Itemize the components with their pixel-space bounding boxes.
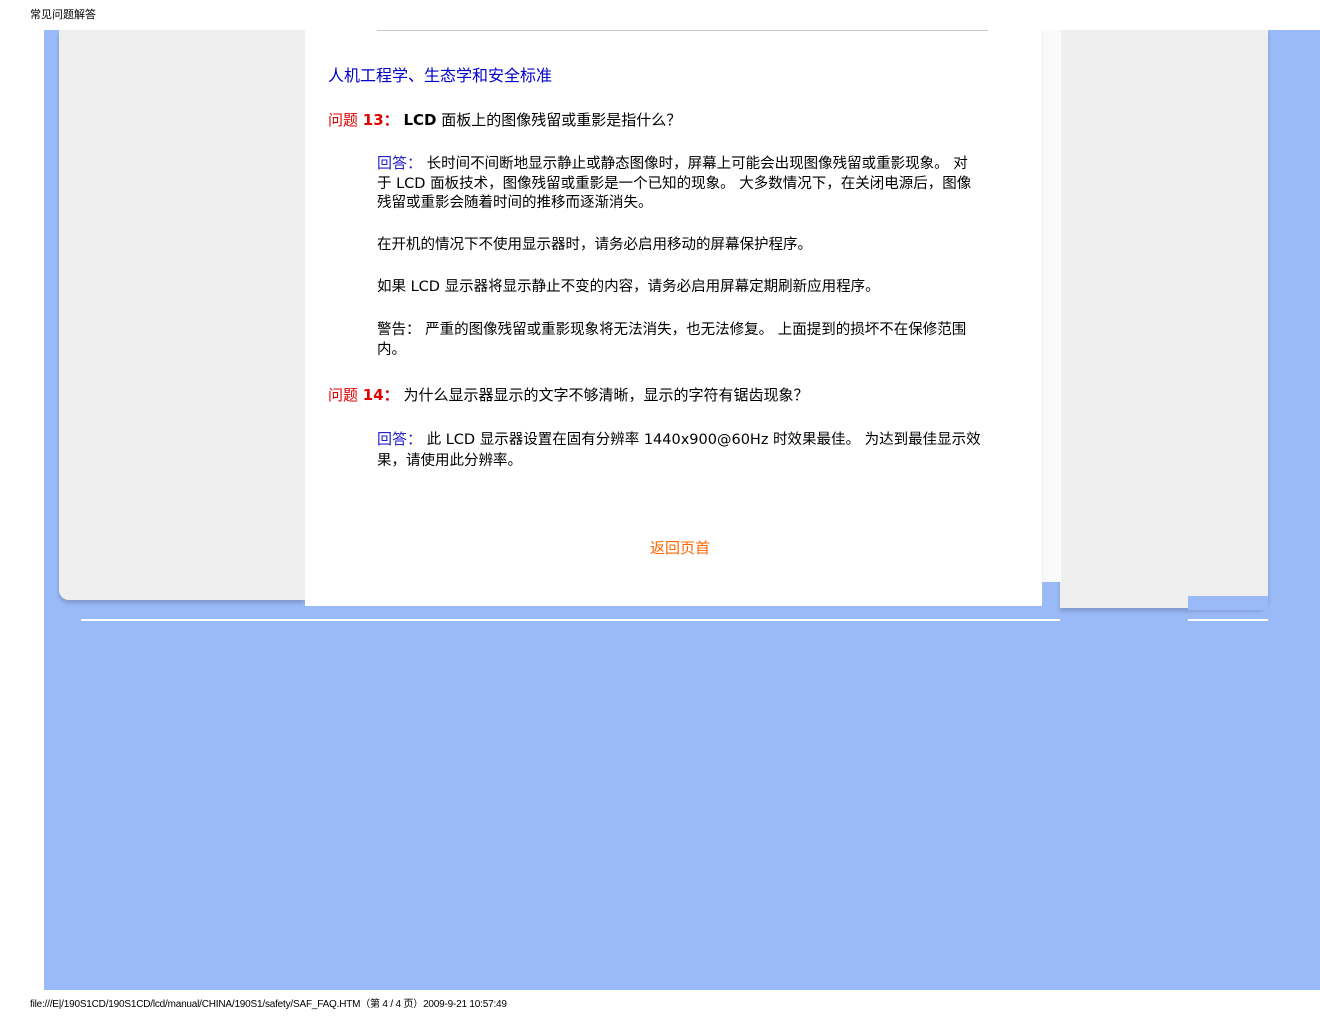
footer-file-path: file:///E|/190S1CD/190S1CD/lcd/manual/CH… xyxy=(30,999,507,1010)
question-label: 问题 xyxy=(328,386,359,404)
answer-text: 此 LCD 显示器设置在固有分辨率 1440x900@60Hz 时效果最佳。 为… xyxy=(377,432,981,469)
question-title: 面板上的图像残留或重影是指什么？ xyxy=(436,111,682,129)
right-panel-gap xyxy=(1188,596,1268,610)
bottom-divider-left xyxy=(81,619,1060,621)
answer-14: 回答： 此 LCD 显示器设置在固有分辨率 1440x900@60Hz 时效果最… xyxy=(377,429,981,472)
answer-label: 回答： xyxy=(377,154,423,172)
back-to-top-link[interactable]: 返回页首 xyxy=(650,537,710,558)
question-13: 问题 13： LCD 面板上的图像残留或重影是指什么？ xyxy=(328,109,681,130)
question-number: 14： xyxy=(362,386,399,404)
bottom-divider-right xyxy=(1188,619,1268,621)
question-title: 为什么显示器显示的文字不够清晰，显示的字符有锯齿现象？ xyxy=(398,386,809,404)
question-label: 问题 xyxy=(328,111,359,129)
left-sidebar-panel xyxy=(59,30,305,600)
question-title-bold: LCD xyxy=(403,111,437,129)
section-title: 人机工程学、生态学和安全标准 xyxy=(328,66,553,85)
top-divider xyxy=(377,30,988,31)
answer-text: 长时间不间断地显示静止或静态图像时，屏幕上可能会出现图像残留或重影现象。 对于 … xyxy=(377,156,972,211)
question-number: 13： xyxy=(362,111,399,129)
answer-13-para-2: 在开机的情况下不使用显示器时，请务必启用移动的屏幕保护程序。 xyxy=(377,237,812,253)
answer-label: 回答： xyxy=(377,430,423,448)
answer-13-para-3: 如果 LCD 显示器将显示静止不变的内容，请务必启用屏幕定期刷新应用程序。 xyxy=(377,279,880,295)
question-14: 问题 14： 为什么显示器显示的文字不够清晰，显示的字符有锯齿现象？ xyxy=(328,384,808,405)
right-sidebar-panel xyxy=(1060,30,1268,608)
answer-13-warning: 警告： 严重的图像残留或重影现象将无法消失，也无法修复。 上面提到的损坏不在保修… xyxy=(377,322,967,358)
page-header-title: 常见问题解答 xyxy=(30,8,96,21)
content-right-edge xyxy=(1042,30,1061,582)
answer-13: 回答： 长时间不间断地显示静止或静态图像时，屏幕上可能会出现图像残留或重影现象。… xyxy=(377,154,981,214)
